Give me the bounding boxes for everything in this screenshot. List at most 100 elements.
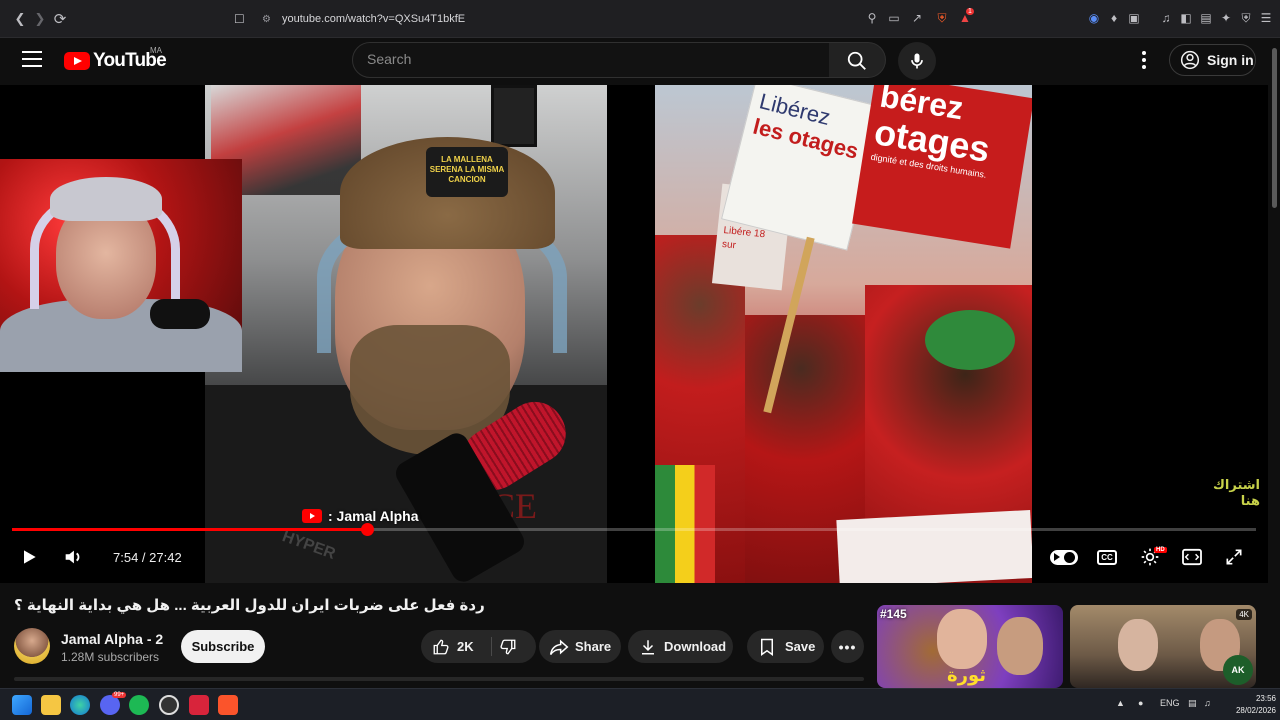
thumbnail-episode-tag: #145	[880, 607, 907, 621]
ai-icon[interactable]: ✦	[1218, 10, 1234, 26]
subscribe-overlay-line2: هنا	[1240, 493, 1260, 508]
discord-icon[interactable]	[100, 695, 120, 715]
subscribe-here-overlay[interactable]: اشتراك هنا	[1200, 477, 1260, 509]
theater-icon	[1182, 548, 1202, 566]
cast-icon[interactable]: ▭	[886, 10, 902, 26]
speaker-icon[interactable]: ♫	[1204, 698, 1211, 708]
channel-avatar[interactable]	[14, 628, 50, 664]
share-button[interactable]: Share	[539, 630, 621, 663]
nameplate-text: : Jamal Alpha	[328, 508, 419, 524]
youtube-logo[interactable]: YouTube MA	[64, 46, 167, 72]
hamburger-menu-icon[interactable]	[22, 51, 42, 67]
obs-icon[interactable]	[159, 695, 179, 715]
brave-icon[interactable]	[218, 695, 238, 715]
like-count: 2K	[457, 639, 474, 654]
scrubber-handle[interactable]	[361, 523, 375, 536]
captions-button[interactable]: CC	[1097, 550, 1117, 565]
play-button[interactable]	[16, 542, 42, 572]
extensions-icon[interactable]: ♦	[1106, 10, 1122, 26]
channel-name[interactable]: Jamal Alpha - 2	[61, 631, 163, 647]
brave-shield-icon[interactable]: ⛨	[934, 10, 950, 26]
edge-icon[interactable]	[70, 695, 90, 715]
video-info-area: ردة فعل على ضربات ايران للدول العربية ..…	[0, 584, 1280, 688]
youtube-play-icon	[64, 52, 90, 70]
scrollbar-thumb[interactable]	[1272, 48, 1277, 208]
tray-mic-icon[interactable]: ●	[1138, 698, 1143, 708]
play-icon	[24, 550, 36, 564]
save-label: Save	[785, 639, 816, 654]
sign-in-button[interactable]: Sign in	[1169, 44, 1256, 76]
file-explorer-icon[interactable]	[41, 695, 61, 715]
system-clock[interactable]: 23:56 28/02/2026	[1224, 693, 1276, 717]
discord-badge: 99+	[112, 692, 127, 698]
brown-cap: LA MALLENA SERENA LA MISMA CANCION	[340, 137, 555, 249]
tray-expand-icon[interactable]: ▲	[1116, 698, 1125, 708]
leo-icon[interactable]: ◉	[1086, 10, 1102, 26]
search-box	[352, 42, 830, 78]
thumbnail-face	[1118, 619, 1158, 671]
page-scrollbar[interactable]	[1269, 38, 1280, 688]
save-button[interactable]: Save	[747, 630, 824, 663]
windows-start-icon[interactable]	[12, 695, 32, 715]
autoplay-toggle[interactable]	[1050, 550, 1078, 565]
protest-sign-red: bérez otages dignité et des droits humai…	[852, 85, 1032, 249]
volume-button[interactable]	[60, 542, 86, 572]
download-button[interactable]: Download	[628, 630, 733, 663]
country-code: MA	[150, 46, 162, 55]
vpn-icon[interactable]: ⛨	[1238, 10, 1254, 26]
fullscreen-icon	[1226, 549, 1242, 565]
screenshot-icon[interactable]: ▣	[1126, 10, 1142, 26]
youtube-header: YouTube MA Sign in	[0, 38, 1280, 84]
green-headwrap	[925, 310, 1015, 370]
language-indicator[interactable]: ENG	[1160, 698, 1180, 708]
spotify-icon[interactable]	[129, 695, 149, 715]
reactor-webcam-overlay	[0, 159, 242, 372]
settings-more-icon[interactable]	[1136, 51, 1152, 71]
subscribe-button[interactable]: Subscribe	[181, 630, 265, 663]
account-icon	[1180, 50, 1200, 70]
share-label: Share	[575, 639, 612, 654]
clock-date: 28/02/2026	[1235, 706, 1276, 715]
voice-search-button[interactable]	[898, 42, 936, 80]
bookmark-icon[interactable]: ☐	[234, 12, 245, 26]
subscriber-count: 1.28M subscribers	[61, 650, 160, 664]
media-icon[interactable]: ♫	[1158, 10, 1174, 26]
site-info-icon[interactable]: ⚙	[262, 14, 271, 25]
related-video-thumbnail[interactable]: 4K AK	[1070, 605, 1256, 688]
forward-icon[interactable]: ❯	[30, 9, 50, 29]
progress-played	[12, 528, 368, 531]
network-icon[interactable]: ▤	[1188, 698, 1197, 709]
download-icon	[638, 637, 658, 657]
app-icon[interactable]	[189, 695, 209, 715]
progress-bar[interactable]	[12, 523, 1256, 536]
video-player[interactable]: ACE LA MALLENA SERENA LA MISMA CANCION H…	[0, 85, 1268, 583]
volume-icon	[65, 550, 80, 564]
sidebar-icon[interactable]: ◧	[1178, 10, 1194, 26]
thumbnail-overlay-text: ثورة	[947, 665, 987, 685]
search-button[interactable]	[829, 42, 886, 78]
rewards-badge: 1	[966, 8, 974, 15]
zoom-icon[interactable]: ⚲	[864, 10, 880, 26]
wallet-icon[interactable]: ▤	[1198, 10, 1214, 26]
thumbnail-face	[997, 617, 1043, 675]
comment-divider	[14, 677, 864, 681]
more-actions-button[interactable]: •••	[831, 630, 864, 663]
menu-icon[interactable]: ☰	[1258, 10, 1274, 26]
microphone-icon	[911, 53, 923, 69]
fullscreen-button[interactable]	[1222, 542, 1246, 572]
search-input[interactable]	[367, 51, 807, 67]
like-button[interactable]	[431, 637, 451, 657]
like-dislike-group: 2K	[421, 630, 536, 663]
share-page-icon[interactable]: ↗	[909, 10, 925, 26]
url-text[interactable]: youtube.com/watch?v=QXSu4T1bkfE	[282, 13, 465, 25]
sign-in-label: Sign in	[1207, 52, 1254, 68]
back-icon[interactable]: ❮	[10, 9, 30, 29]
related-video-thumbnail[interactable]: #145 ثورة	[877, 605, 1063, 688]
dislike-button[interactable]	[498, 637, 518, 657]
taskbar: 99+ ▲ ● ENG ▤ ♫ 23:56 28/02/2026	[0, 688, 1280, 720]
download-label: Download	[664, 639, 727, 654]
share-icon	[549, 637, 569, 657]
theater-mode-button[interactable]	[1180, 542, 1204, 572]
wall-frame	[491, 85, 537, 147]
reload-icon[interactable]: ⟳	[50, 9, 70, 29]
